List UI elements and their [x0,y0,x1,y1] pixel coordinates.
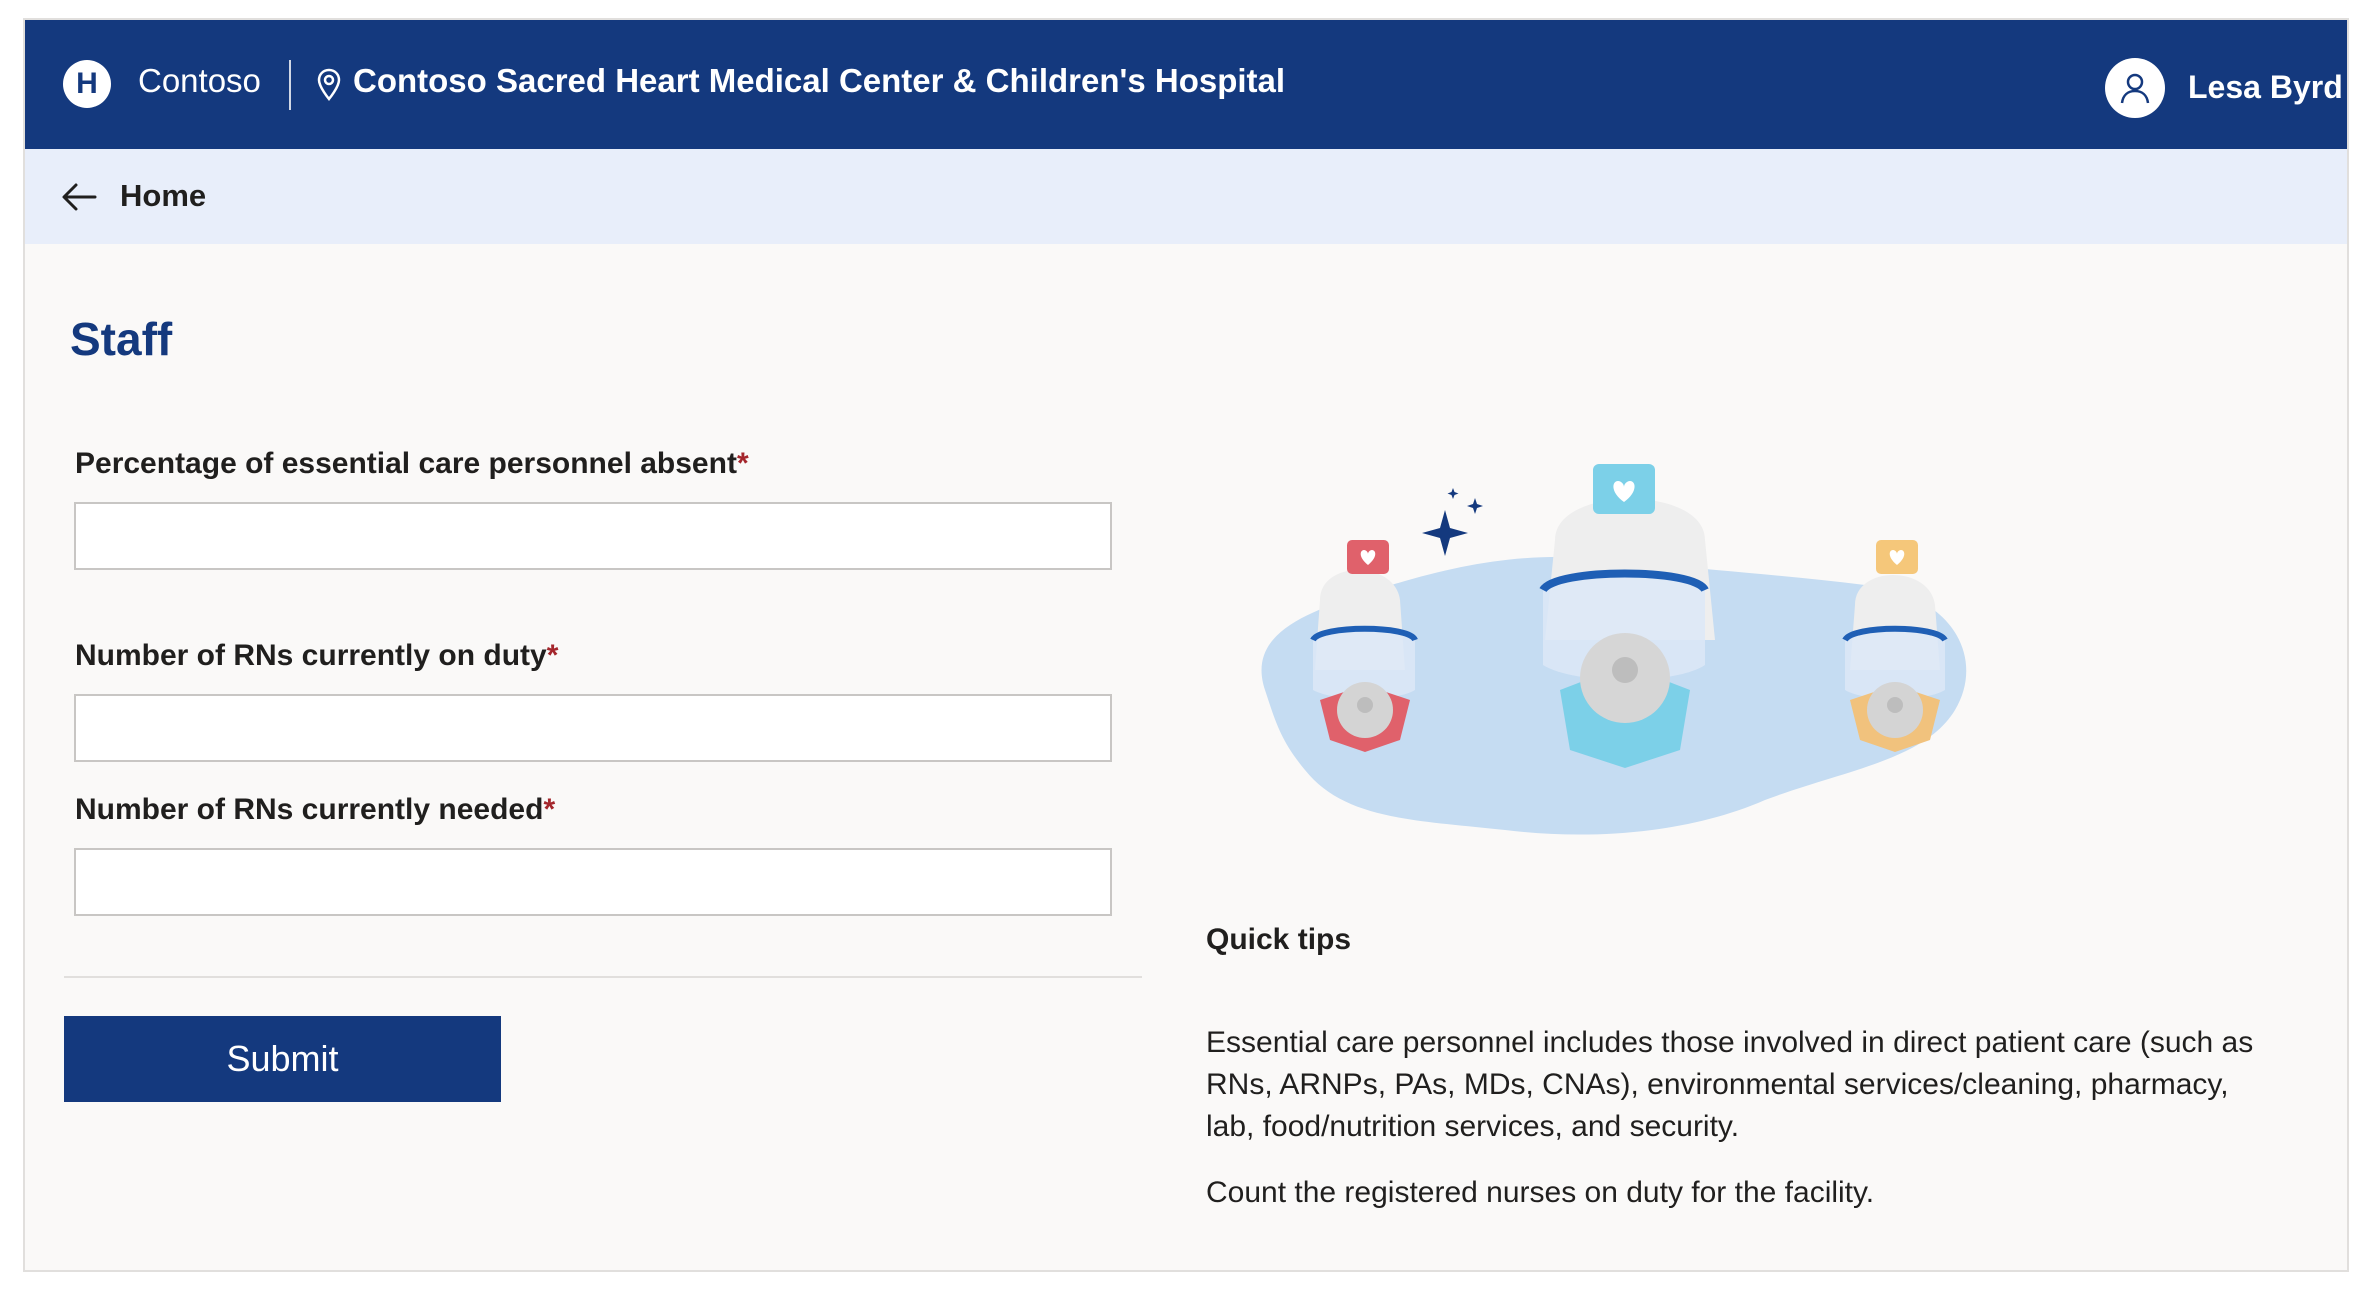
absent-percentage-label: Percentage of essential care personnel a… [75,444,749,484]
arrow-left-icon [62,183,97,211]
person-icon [2120,73,2150,104]
facility-name[interactable]: Contoso Sacred Heart Medical Center & Ch… [353,58,1285,104]
tip-paragraph: Count the registered nurses on duty for … [1206,1176,1875,1209]
worker-left [1310,540,1418,752]
required-marker: * [736,447,749,480]
app-frame: H Contoso Contoso Sacred Heart Medical C… [23,18,2349,1272]
form-divider [64,976,1142,978]
header-divider [289,60,291,110]
healthcare-workers-illustration [1261,464,1967,835]
hospital-logo-icon[interactable]: H [63,60,111,108]
rns-on-duty-input[interactable] [74,694,1112,762]
breadcrumb: Home [25,149,2347,244]
breadcrumb-home[interactable]: Home [120,175,206,217]
worker-right [1842,540,1948,752]
field-label-text: Number of RNs currently needed [75,793,544,826]
submit-button[interactable]: Submit [64,1016,501,1102]
logo-letter: H [76,67,98,100]
page-title: Staff [70,313,173,365]
user-avatar[interactable] [2105,58,2165,118]
brand-name[interactable]: Contoso [138,58,261,104]
required-marker: * [543,793,556,826]
required-marker: * [546,639,559,672]
absent-percentage-input[interactable] [74,502,1112,570]
rns-on-duty-label: Number of RNs currently on duty* [75,636,558,676]
user-name[interactable]: Lesa Byrd [2188,64,2343,110]
back-button[interactable] [59,179,99,215]
quick-tips-body: Essential care personnel includes those … [1206,1022,2266,1238]
tip-paragraph: Essential care personnel includes those … [1206,1026,2254,1143]
rns-needed-label: Number of RNs currently needed* [75,790,555,830]
rns-needed-input[interactable] [74,848,1112,916]
location-pin-icon [317,68,341,101]
quick-tips-title: Quick tips [1206,923,1352,956]
field-label-text: Number of RNs currently on duty [75,639,547,672]
top-header: H Contoso Contoso Sacred Heart Medical C… [25,20,2347,149]
field-label-text: Percentage of essential care personnel a… [75,447,737,480]
